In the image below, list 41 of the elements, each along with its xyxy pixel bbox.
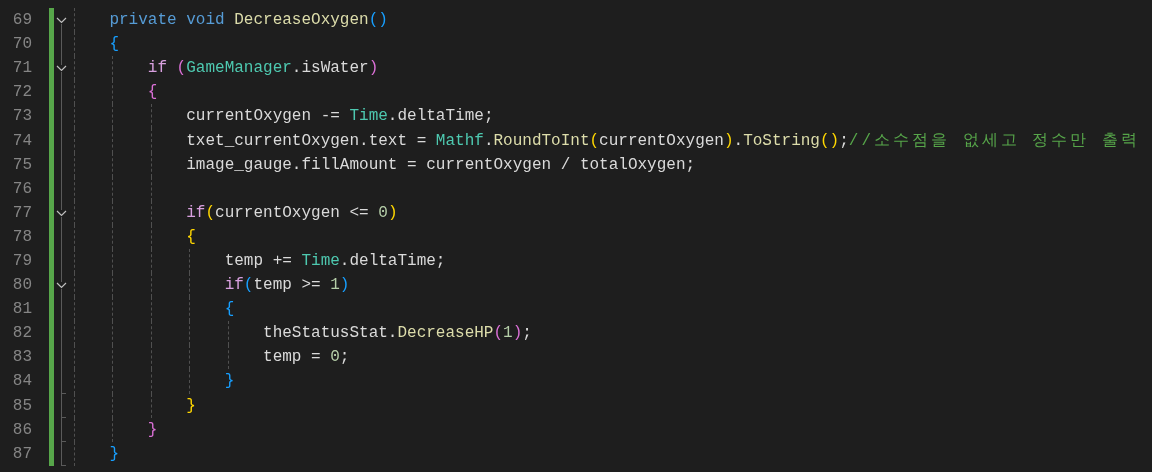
- code-line: {: [185, 228, 196, 245]
- collapse-chevron-icon[interactable]: [56, 209, 67, 217]
- code-line: theStatusStat.DecreaseHP(1);: [262, 325, 532, 342]
- code-line: {: [146, 84, 158, 101]
- code-line: {: [108, 36, 119, 53]
- line-number: 78: [11, 228, 32, 245]
- code-line: if(temp >= 1): [223, 277, 350, 294]
- line-number: 70: [11, 36, 32, 53]
- line-number: 73: [11, 108, 32, 125]
- code-line: temp = 0;: [262, 349, 350, 366]
- line-number: 72: [11, 84, 32, 101]
- line-number: 77: [11, 204, 32, 221]
- code-line: {: [223, 301, 235, 318]
- collapse-chevron-icon[interactable]: [56, 282, 67, 290]
- line-number: 80: [11, 277, 32, 294]
- line-number: 85: [11, 397, 32, 414]
- code-line: temp += Time.deltaTime;: [223, 253, 446, 269]
- line-number: 81: [11, 301, 32, 318]
- collapse-chevron-icon[interactable]: [56, 17, 67, 24]
- line-number: 75: [11, 156, 32, 173]
- line-number: 74: [11, 132, 32, 149]
- line-number: 86: [11, 421, 32, 438]
- line-number: 79: [11, 253, 32, 269]
- line-number: 69: [11, 12, 32, 29]
- code-line: image_gauge.fillAmount = currentOxygen / totalOxygen;: [185, 156, 696, 173]
- code-line: }: [223, 373, 235, 390]
- line-number: 83: [11, 349, 32, 366]
- code-line: txet_currentOxygen.text = Mathf.RoundToInt(currentOxygen).ToString();//소수점을 없세고 정수만 출력: [185, 132, 1140, 149]
- code-line: currentOxygen -= Time.deltaTime;: [185, 108, 494, 125]
- line-number: 76: [11, 180, 32, 197]
- line-number: 84: [11, 373, 32, 390]
- line-number: 82: [11, 325, 32, 342]
- code-line: private void DecreaseOxygen(): [108, 12, 388, 29]
- collapse-chevron-icon[interactable]: [56, 65, 67, 73]
- line-number: 71: [11, 60, 32, 77]
- code-line: }: [185, 397, 196, 414]
- code-line: if(currentOxygen <= 0): [185, 204, 398, 221]
- code-line: }: [108, 445, 119, 462]
- line-number: 87: [11, 445, 32, 462]
- code-line: }: [146, 421, 158, 438]
- code-line: if (GameManager.isWater): [146, 60, 379, 77]
